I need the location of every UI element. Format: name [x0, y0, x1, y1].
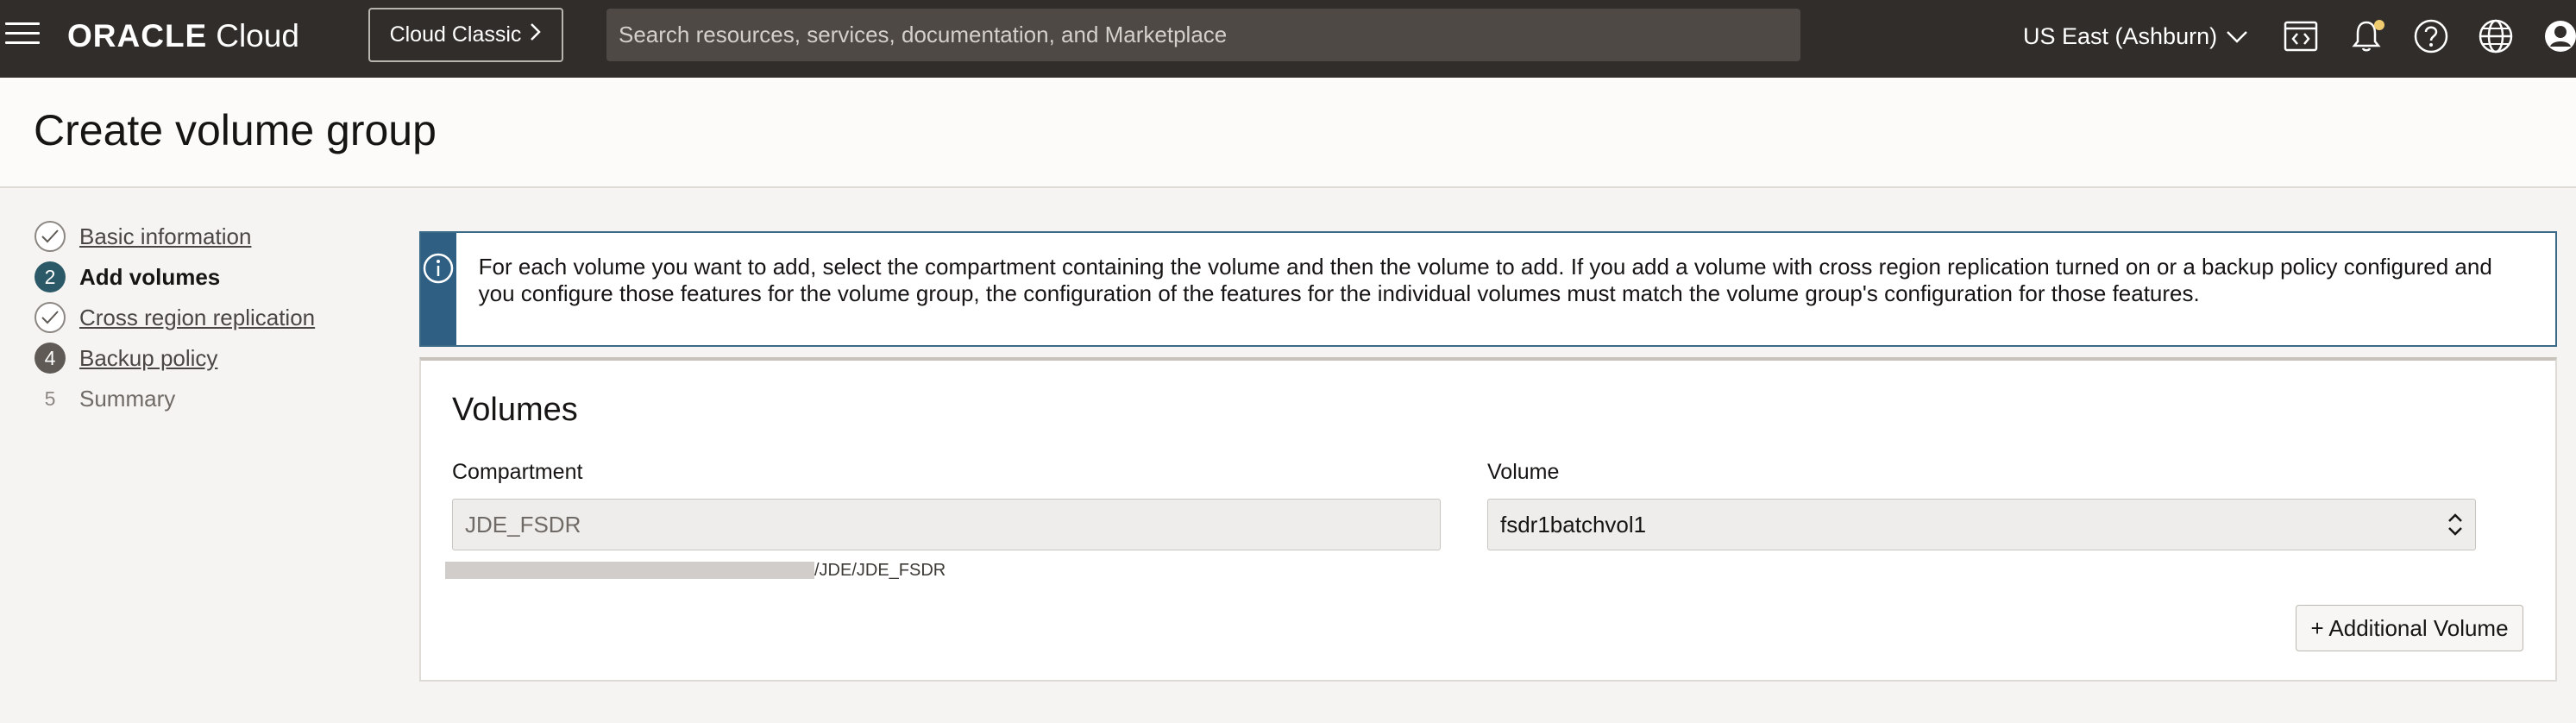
- global-search[interactable]: [606, 9, 1800, 61]
- logo-brand: ORACLE: [67, 18, 208, 53]
- step-label[interactable]: Cross region replication: [79, 305, 315, 331]
- cloud-classic-label: Cloud Classic: [389, 22, 522, 47]
- info-banner-stripe: [421, 233, 456, 345]
- oracle-cloud-logo[interactable]: ORACLE Cloud: [67, 17, 299, 55]
- search-input[interactable]: [619, 22, 1800, 48]
- step-number: 4: [35, 343, 66, 374]
- menu-icon[interactable]: [5, 22, 40, 48]
- step-label: Add volumes: [79, 263, 221, 290]
- info-banner-text: For each volume you want to add, select …: [478, 254, 2492, 306]
- step-label[interactable]: Backup policy: [79, 345, 217, 372]
- step-label: Summary: [79, 385, 176, 412]
- step-cross-region-replication[interactable]: Cross region replication: [35, 300, 380, 335]
- select-arrows-icon: [2446, 512, 2465, 544]
- step-number: 2: [35, 261, 66, 292]
- compartment-label: Compartment: [452, 460, 583, 484]
- logo-product: Cloud: [216, 18, 299, 53]
- compartment-path: /JDE/JDE_FSDR: [445, 560, 946, 581]
- step-summary: 5 Summary: [35, 381, 380, 416]
- code-editor-icon[interactable]: [2283, 18, 2319, 54]
- step-add-volumes[interactable]: 2 Add volumes: [35, 260, 380, 294]
- step-backup-policy[interactable]: 4 Backup policy: [35, 341, 380, 375]
- step-basic-information[interactable]: Basic information: [35, 219, 380, 254]
- help-icon[interactable]: [2413, 18, 2449, 54]
- notification-dot: [2374, 20, 2384, 30]
- cloud-classic-button[interactable]: Cloud Classic: [368, 8, 563, 62]
- bell-icon[interactable]: [2348, 18, 2384, 54]
- compartment-path-text: /JDE/JDE_FSDR: [814, 560, 946, 580]
- volume-select[interactable]: fsdr1batchvol1: [1487, 499, 2476, 550]
- info-icon: [422, 252, 455, 345]
- globe-icon[interactable]: [2478, 18, 2514, 54]
- volumes-card: Volumes Compartment JDE_FSDR /JDE/JDE_FS…: [419, 357, 2557, 682]
- check-icon: [35, 221, 66, 252]
- add-volume-button[interactable]: + Additional Volume: [2296, 605, 2523, 651]
- step-label[interactable]: Basic information: [79, 223, 251, 250]
- volumes-title: Volumes: [452, 392, 578, 428]
- top-navigation-bar: ORACLE Cloud Cloud Classic US East (Ashb…: [0, 0, 2576, 78]
- compartment-value: JDE_FSDR: [465, 511, 581, 538]
- page-header: Create volume group: [0, 78, 2576, 188]
- check-icon: [35, 302, 66, 333]
- redacted-path: [445, 562, 814, 579]
- user-avatar-icon[interactable]: [2541, 18, 2576, 54]
- chevron-down-icon: [2226, 23, 2248, 50]
- region-selector[interactable]: US East (Ashburn): [2023, 19, 2248, 53]
- page-title: Create volume group: [34, 106, 437, 154]
- info-banner: For each volume you want to add, select …: [419, 231, 2557, 347]
- region-label: US East (Ashburn): [2023, 22, 2218, 49]
- step-number: 5: [44, 387, 56, 410]
- volume-value: fsdr1batchvol1: [1500, 511, 1647, 538]
- chevron-right-icon: [530, 22, 542, 47]
- compartment-field[interactable]: JDE_FSDR: [452, 499, 1441, 550]
- volume-label: Volume: [1487, 460, 1560, 484]
